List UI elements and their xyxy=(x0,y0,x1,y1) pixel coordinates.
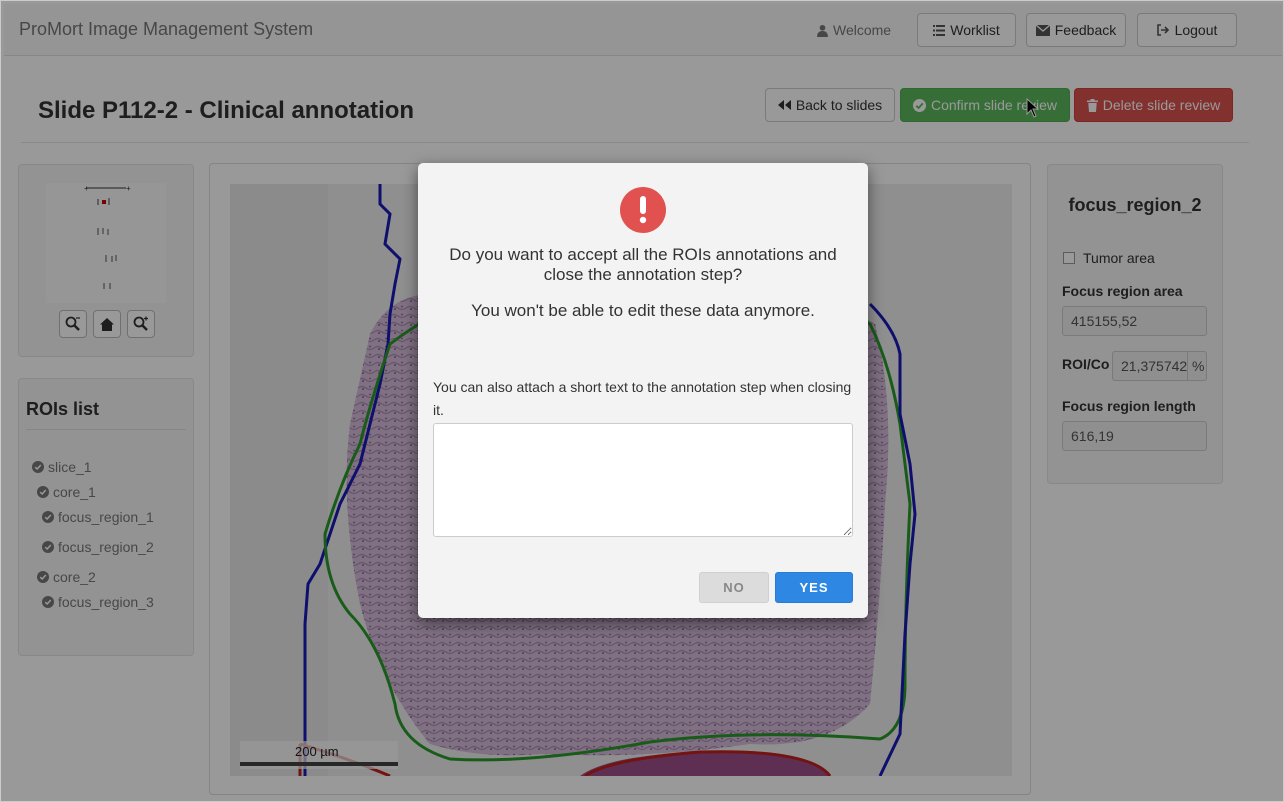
dialog-question: Do you want to accept all the ROIs annot… xyxy=(449,245,837,284)
closing-notes-textarea[interactable] xyxy=(433,423,853,537)
dialog-warning: You won't be able to edit these data any… xyxy=(471,301,815,320)
attach-text-hint: You can also attach a short text to the … xyxy=(433,379,852,418)
app-window: ProMort Image Management System Welcome … xyxy=(0,0,1284,802)
yes-button[interactable]: YES xyxy=(775,572,853,603)
confirm-dialog: Do you want to accept all the ROIs annot… xyxy=(418,163,868,618)
exclamation-icon xyxy=(620,187,666,233)
no-button[interactable]: NO xyxy=(699,572,769,603)
